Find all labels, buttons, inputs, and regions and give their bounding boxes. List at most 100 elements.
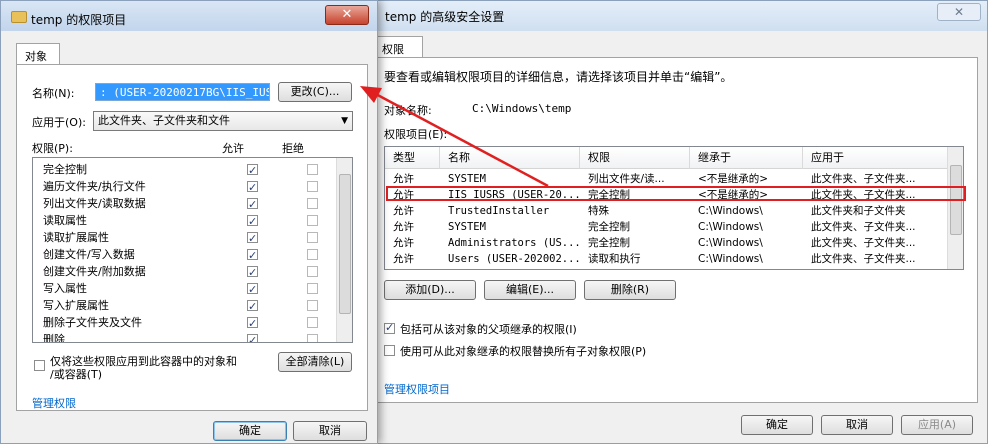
column-header-name[interactable]: 名称: [440, 147, 580, 169]
deny-checkbox[interactable]: [307, 215, 318, 226]
table-scroll-thumb[interactable]: [950, 165, 962, 235]
remove-button[interactable]: 删除(R): [584, 280, 676, 300]
apply-only-label-line1: 仅将这些权限应用到此容器中的对象和: [50, 355, 237, 368]
deny-checkbox[interactable]: [307, 266, 318, 277]
column-header-type[interactable]: 类型: [385, 147, 440, 169]
table-row[interactable]: 允许 Administrators (US... 完全控制 C:\Windows\ 此文…: [385, 235, 948, 251]
deny-checkbox[interactable]: [307, 181, 318, 192]
table-cell: <不是继承的>: [698, 173, 769, 185]
deny-header: 拒绝: [282, 142, 304, 155]
apply-only-checkbox[interactable]: [34, 360, 45, 371]
table-cell: C:\Windows\: [698, 221, 763, 233]
column-header-inherited-from[interactable]: 继承于: [690, 147, 803, 169]
table-cell: 此文件夹、子文件夹...: [811, 253, 916, 265]
permission-label: 删除子文件夹及文件: [43, 316, 142, 329]
allow-checkbox[interactable]: [247, 213, 258, 230]
allow-checkbox[interactable]: [247, 162, 258, 179]
table-row[interactable]: 允许 TrustedInstaller 特殊 C:\Windows\ 此文件夹和子文件夹: [385, 203, 948, 219]
deny-checkbox[interactable]: [307, 249, 318, 260]
list-item: 完全控制: [43, 161, 333, 179]
front-cancel-button[interactable]: 取消: [293, 421, 367, 441]
table-row[interactable]: 允许 Users (USER-202002... 读取和执行 C:\Windows\ 此…: [385, 251, 948, 267]
front-window-title: temp 的权限项目: [31, 13, 127, 27]
table-scrollbar[interactable]: [947, 147, 963, 269]
permission-label: 读取属性: [43, 214, 87, 227]
table-cell: C:\Windows\: [698, 237, 763, 249]
object-name-label: 对象名称:: [384, 104, 432, 117]
column-header-applies-to[interactable]: 应用于: [803, 147, 948, 169]
allow-checkbox[interactable]: [247, 179, 258, 196]
allow-checkbox[interactable]: [247, 298, 258, 315]
table-cell: 允许: [393, 221, 414, 233]
allow-checkbox[interactable]: [247, 281, 258, 298]
edit-button[interactable]: 编辑(E)...: [484, 280, 576, 300]
apply-to-value: 此文件夹、子文件夹和文件: [98, 114, 230, 127]
permissions-scrollbar[interactable]: [336, 158, 352, 342]
allow-checkbox[interactable]: [247, 196, 258, 213]
deny-checkbox[interactable]: [307, 164, 318, 175]
front-close-button[interactable]: ✕: [325, 5, 369, 25]
permission-entries-table[interactable]: 类型 名称 权限 继承于 应用于 允许 SYSTEM 列出文件夹/读... <不是继承…: [384, 146, 964, 270]
apply-to-select[interactable]: 此文件夹、子文件夹和文件 ▼: [93, 111, 353, 131]
add-button[interactable]: 添加(D)...: [384, 280, 476, 300]
permissions-scroll-thumb[interactable]: [339, 174, 351, 314]
permission-label: 创建文件/写入数据: [43, 248, 135, 261]
include-inheritable-label: 包括可从该对象的父项继承的权限(I): [400, 323, 577, 336]
manage-permissions-link[interactable]: 管理权限: [32, 395, 76, 411]
table-cell: 特殊: [588, 205, 609, 217]
table-cell: 此文件夹、子文件夹...: [811, 237, 916, 249]
table-row[interactable]: 允许 SYSTEM 完全控制 C:\Windows\ 此文件夹、子文件夹...: [385, 219, 948, 235]
allow-checkbox[interactable]: [247, 264, 258, 281]
table-cell: 允许: [393, 205, 414, 217]
replace-children-checkbox[interactable]: [384, 345, 395, 356]
permissions-list[interactable]: 完全控制遍历文件夹/执行文件列出文件夹/读取数据读取属性读取扩展属性创建文件/写…: [32, 157, 353, 343]
back-apply-button[interactable]: 应用(A): [901, 415, 973, 435]
deny-checkbox[interactable]: [307, 198, 318, 209]
allow-checkbox[interactable]: [247, 247, 258, 264]
permission-entry-window: temp 的权限项目 ✕ 对象 名称(N): : (USER-20200217B…: [0, 0, 378, 444]
apply-only-label: 仅将这些权限应用到此容器中的对象和 /或容器(T): [50, 355, 237, 381]
table-cell: SYSTEM: [448, 173, 486, 185]
object-panel: 名称(N): : (USER-20200217BG\IIS_IUSRS) 更改(…: [16, 64, 368, 411]
replace-children-label: 使用可从此对象继承的权限替换所有子对象权限(P): [400, 345, 647, 358]
tab-permissions[interactable]: 权限: [375, 36, 423, 58]
list-item: 创建文件/写入数据: [43, 246, 333, 264]
permission-label: 写入扩展属性: [43, 299, 109, 312]
table-cell: 此文件夹、子文件夹...: [811, 189, 916, 201]
column-header-permission[interactable]: 权限: [580, 147, 690, 169]
table-header: 类型 名称 权限 继承于 应用于: [385, 147, 948, 169]
permission-label: 创建文件夹/附加数据: [43, 265, 146, 278]
front-ok-button[interactable]: 确定: [213, 421, 287, 441]
panel-description: 要查看或编辑权限项目的详细信息，请选择该项目并单击“编辑”。: [384, 70, 733, 84]
table-row[interactable]: 允许 SYSTEM 列出文件夹/读... <不是继承的> 此文件夹、子文件夹...: [385, 171, 948, 187]
table-cell: 读取和执行: [588, 253, 641, 265]
change-button[interactable]: 更改(C)...: [278, 82, 352, 102]
permissions-label: 权限(P):: [32, 142, 73, 155]
clear-all-button[interactable]: 全部清除(L): [278, 352, 352, 372]
deny-checkbox[interactable]: [307, 283, 318, 294]
back-ok-button[interactable]: 确定: [741, 415, 813, 435]
allow-checkbox[interactable]: [247, 230, 258, 247]
allow-header: 允许: [222, 142, 244, 155]
name-field[interactable]: : (USER-20200217BG\IIS_IUSRS): [95, 83, 270, 101]
include-inheritable-checkbox[interactable]: [384, 321, 395, 334]
allow-checkbox[interactable]: [247, 332, 258, 342]
deny-checkbox[interactable]: [307, 232, 318, 243]
back-cancel-button[interactable]: 取消: [821, 415, 893, 435]
deny-checkbox[interactable]: [307, 334, 318, 342]
list-item: 写入属性: [43, 280, 333, 298]
table-cell: 允许: [393, 253, 414, 265]
deny-checkbox[interactable]: [307, 300, 318, 311]
tab-object[interactable]: 对象: [16, 43, 60, 65]
chevron-down-icon: ▼: [341, 116, 348, 126]
table-cell: C:\Windows\: [698, 205, 763, 217]
back-close-button[interactable]: ✕: [937, 3, 981, 21]
entries-label: 权限项目(E):: [384, 128, 448, 141]
table-cell: 此文件夹、子文件夹...: [811, 221, 916, 233]
list-item: 遍历文件夹/执行文件: [43, 178, 333, 196]
manage-entries-link[interactable]: 管理权限项目: [384, 381, 450, 397]
allow-checkbox[interactable]: [247, 315, 258, 332]
table-row[interactable]: 允许 IIS_IUSRS (USER-20... 完全控制 <不是继承的> 此文件夹、子…: [385, 187, 948, 203]
front-titlebar: temp 的权限项目 ✕: [1, 1, 377, 31]
deny-checkbox[interactable]: [307, 317, 318, 328]
